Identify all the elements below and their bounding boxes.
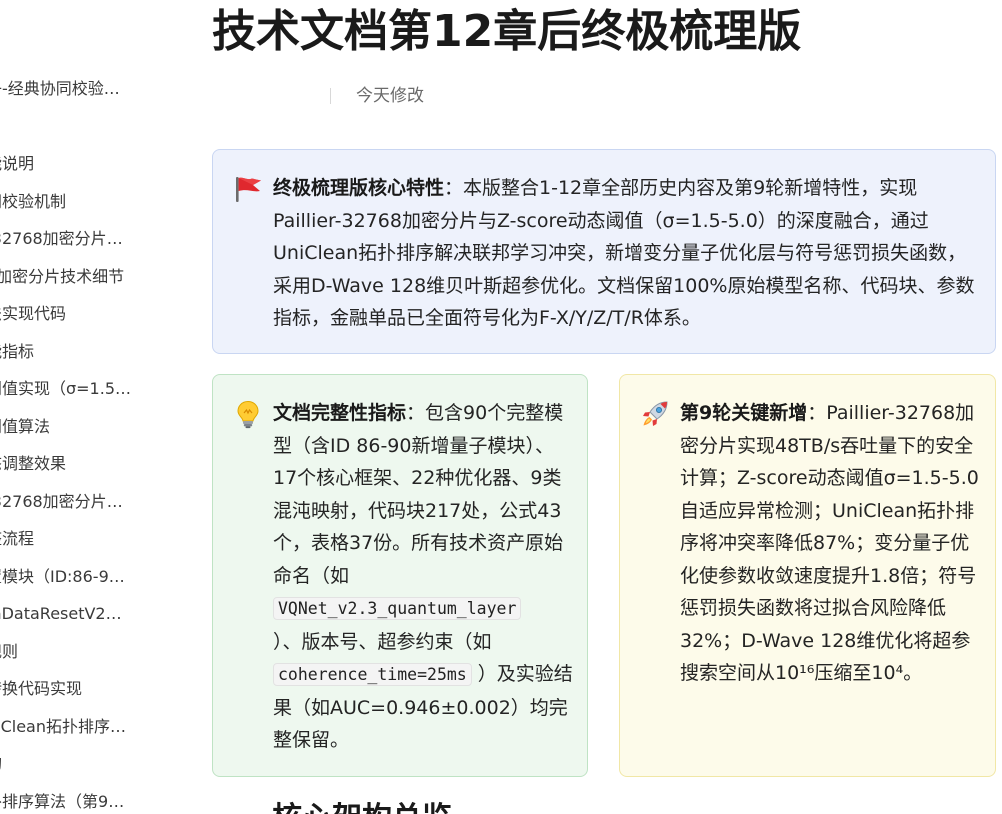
next-section-heading: 一、核心架构总览 — [212, 800, 512, 814]
callout-integrity-heading: 文档完整性指标 — [273, 402, 407, 424]
sidebar-toc-item[interactable]: 8加密分片技术细节 — [0, 262, 124, 292]
callout-integrity: 文档完整性指标：包含90个完整模型（含ID 86-90新增量子模块）、17个核心… — [212, 374, 588, 777]
callout-integrity-text: 文档完整性指标：包含90个完整模型（含ID 86-90新增量子模块）、17个核心… — [273, 397, 573, 757]
sidebar-toc-item[interactable]: 能说明 — [0, 149, 34, 179]
outline-sidebar: 态子-经典协同校验机制能说明同校验机制-32768加密分片技术8加密分片技术细节… — [0, 0, 180, 814]
callout-core-text: 终极梳理版核心特性：本版整合1-12章全部历史内容及第9轮新增特性，实现Pail… — [273, 172, 983, 335]
inline-code-hyperparam: coherence_time=25ms — [273, 663, 472, 686]
sidebar-toc-item[interactable]: 同校验机制 — [0, 187, 66, 217]
callout-round9-content: ：Paillier-32768加密分片实现48TB/s吞吐量下的安全计算；Z-s… — [680, 402, 979, 684]
sidebar-toc-item[interactable]: mDataResetV2实现 — [0, 599, 134, 629]
modified-status: 今天修改 — [356, 86, 424, 106]
inline-code-model-name: VQNet_v2.3_quantum_layer — [273, 597, 522, 620]
sidebar-toc-item[interactable]: 构 — [0, 749, 2, 779]
callout-core-features: 终极梳理版核心特性：本版整合1-12章全部历史内容及第9轮新增特性，实现Pail… — [212, 149, 996, 354]
sidebar-toc-item[interactable]: niClean拓扑排序实现 — [0, 712, 134, 742]
page-title: 技术文档第12章后终极梳理版 — [212, 6, 802, 57]
callout-integrity-part1: ：包含90个完整模型（含ID 86-90新增量子模块）、17个核心框架、22种优… — [273, 402, 564, 587]
rocket-icon — [643, 401, 668, 426]
callout-round9-text: 第9轮关键新增：Paillier-32768加密分片实现48TB/s吞吐量下的安… — [680, 397, 986, 690]
callout-core-content: ：本版整合1-12章全部历史内容及第9轮新增特性，实现Paillier-3276… — [273, 177, 975, 329]
callout-round9-heading: 第9轮关键新增 — [680, 402, 808, 424]
sidebar-toc-item[interactable]: 子-经典协同校验机制 — [0, 74, 134, 104]
sidebar-toc-item[interactable]: 规则 — [0, 637, 18, 667]
meta-divider — [330, 88, 331, 104]
sidebar-toc-item[interactable]: 整流程 — [0, 524, 34, 554]
sidebar-toc-item[interactable]: 法实现代码 — [0, 299, 66, 329]
sidebar-toc-item[interactable]: 扑排序算法（第9轮） — [0, 787, 134, 814]
sidebar-toc-item[interactable]: -32768加密分片实现 — [0, 487, 134, 517]
sidebar-toc-item[interactable]: 能指标 — [0, 337, 34, 367]
sidebar-toc-item[interactable]: -32768加密分片技术 — [0, 224, 134, 254]
red-flag-icon — [236, 177, 261, 202]
sidebar-toc-item[interactable]: 阈值算法 — [0, 412, 50, 442]
sidebar-toc-item[interactable]: 阈值实现（σ=1.5-5.0） — [0, 374, 134, 404]
callout-core-heading: 终极梳理版核心特性 — [273, 177, 445, 199]
callout-round9: 第9轮关键新增：Paillier-32768加密分片实现48TB/s吞吐量下的安… — [619, 374, 996, 777]
sidebar-toc-item[interactable]: 态调整效果 — [0, 449, 66, 479]
next-section-heading-text: 一、核心架构总览 — [212, 804, 512, 814]
sidebar-toc-item[interactable]: 置模块（ID:86-90） — [0, 562, 134, 592]
sidebar-toc-item[interactable]: 转换代码实现 — [0, 674, 82, 704]
callout-integrity-part2: ）、版本号、超参约束（如 — [273, 630, 492, 653]
light-bulb-icon — [237, 400, 259, 429]
